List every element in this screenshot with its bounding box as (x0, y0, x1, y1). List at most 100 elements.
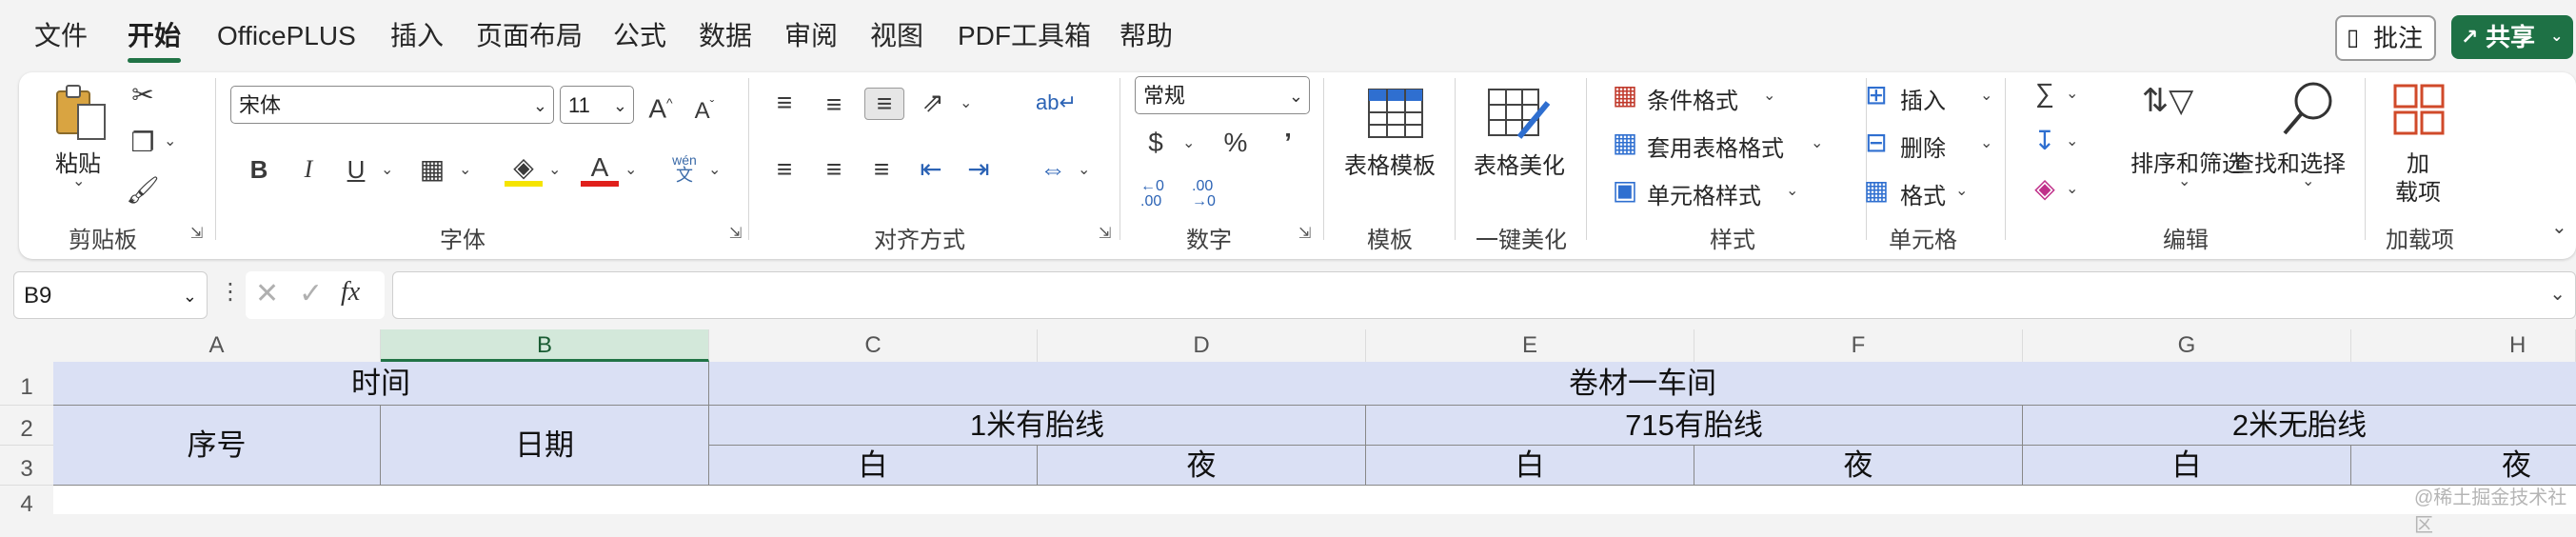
insert-cells-button[interactable]: ⊞ 插入 ⌄ (1860, 80, 2003, 114)
align-bottom-icon[interactable]: ≡ (864, 88, 904, 120)
comma-style-icon[interactable]: ’ (1274, 128, 1302, 158)
align-top-icon[interactable]: ≡ (767, 88, 802, 118)
delete-cells-button[interactable]: ⊟ 删除 ⌄ (1860, 128, 2003, 162)
tab-page-layout[interactable]: 页面布局 (476, 17, 583, 55)
chevron-down-icon[interactable]: ⌄ (72, 171, 85, 190)
insert-function-button[interactable]: fx (341, 277, 360, 308)
chevron-down-icon[interactable]: ⌄ (548, 160, 561, 179)
cell-line2-header[interactable]: 715有胎线 (1366, 406, 2023, 446)
align-left-icon[interactable]: ≡ (767, 154, 802, 185)
select-all-corner[interactable] (0, 329, 53, 362)
percent-icon[interactable]: % (1217, 128, 1255, 158)
dialog-launcher-icon[interactable]: ⇲ (1298, 227, 1314, 242)
formula-input[interactable]: ⌄ (392, 271, 2576, 319)
cell-night-shift[interactable]: 夜 (2351, 446, 2576, 486)
cell-night-shift[interactable]: 夜 (1038, 446, 1366, 486)
column-header-f[interactable]: F (1694, 329, 2023, 362)
increase-font-icon[interactable]: A^ (642, 88, 680, 124)
tab-formulas[interactable]: 公式 (613, 17, 666, 55)
format-as-table-button[interactable]: ▦ 套用表格格式 ⌄ (1609, 128, 1837, 162)
chevron-down-icon[interactable]: ⌄ (1182, 133, 1195, 152)
cell-night-shift[interactable]: 夜 (1694, 446, 2023, 486)
chevron-down-icon[interactable]: ⌄ (2066, 131, 2078, 150)
cell-line3-header[interactable]: 2米无胎线 (2023, 406, 2576, 446)
tab-data[interactable]: 数据 (699, 17, 752, 55)
table-template-button[interactable] (1357, 82, 1434, 149)
chevron-down-icon[interactable]: ⌄ (164, 131, 176, 150)
tab-review[interactable]: 审阅 (784, 17, 838, 55)
chevron-down-icon[interactable]: ⌄ (1078, 160, 1090, 179)
increase-decimal-icon[interactable]: ←0.00 (1140, 179, 1179, 209)
addins-button[interactable] (2391, 82, 2448, 143)
cell-line1-header[interactable]: 1米有胎线 (709, 406, 1366, 446)
collapse-ribbon-icon[interactable]: ⌄ (2551, 215, 2567, 239)
column-header-d[interactable]: D (1038, 329, 1366, 362)
decrease-font-icon[interactable]: Aˇ (685, 90, 723, 127)
align-center-icon[interactable]: ≡ (817, 154, 851, 185)
italic-button[interactable]: I (291, 154, 326, 185)
cell-day-shift[interactable]: 白 (1366, 446, 1694, 486)
enter-icon[interactable]: ✓ (299, 277, 323, 310)
cancel-icon[interactable]: ✕ (255, 277, 279, 310)
tab-insert[interactable]: 插入 (390, 17, 444, 55)
borders-icon[interactable]: ▦ (413, 154, 451, 185)
tab-officeplus[interactable]: OfficePLUS (217, 17, 356, 55)
cell-seq-header[interactable]: 序号 (53, 406, 381, 486)
chevron-down-icon[interactable]: ⌄ (381, 160, 393, 179)
fill-icon[interactable]: ↧ (2028, 126, 2062, 156)
increase-indent-icon[interactable]: ⇥ (961, 154, 996, 185)
align-middle-icon[interactable]: ≡ (817, 90, 851, 120)
cell-time-header[interactable]: 时间 (53, 362, 709, 406)
row-header-4[interactable]: 4 (0, 486, 53, 517)
tab-home[interactable]: 开始 (128, 17, 182, 63)
column-header-h[interactable]: H (2351, 329, 2576, 362)
tab-help[interactable]: 帮助 (1120, 17, 1173, 55)
dialog-launcher-icon[interactable]: ⇲ (1099, 227, 1114, 242)
chevron-down-icon[interactable]: ⌄ (2302, 171, 2314, 190)
chevron-down-icon[interactable]: ⌄ (708, 160, 721, 179)
row-header-1[interactable]: 1 (0, 362, 53, 406)
chevron-down-icon[interactable]: ⌄ (2066, 179, 2078, 198)
empty-row[interactable] (53, 486, 2576, 514)
font-size-select[interactable]: 11 ⌄ (560, 86, 634, 124)
font-family-select[interactable]: 宋体 ⌄ (230, 86, 554, 124)
more-options-icon[interactable]: ⋮ (219, 278, 242, 306)
column-header-g[interactable]: G (2023, 329, 2351, 362)
currency-icon[interactable]: $ (1139, 128, 1173, 158)
autosum-icon[interactable]: ∑ (2028, 78, 2062, 109)
chevron-down-icon[interactable]: ⌄ (2066, 84, 2078, 103)
row-header-3[interactable]: 3 (0, 446, 53, 486)
phonetic-guide-icon[interactable]: wén 文 (664, 152, 704, 184)
paste-button[interactable] (53, 82, 110, 143)
number-format-select[interactable]: 常规 ⌄ (1135, 76, 1310, 114)
font-color-icon[interactable]: A (581, 152, 619, 187)
chevron-down-icon[interactable]: ⌄ (459, 160, 471, 179)
tab-view[interactable]: 视图 (870, 17, 923, 55)
cell-day-shift[interactable]: 白 (709, 446, 1038, 486)
wrap-text-icon[interactable]: ab↵ (1036, 88, 1077, 118)
decrease-decimal-icon[interactable]: .00 →0 (1192, 179, 1230, 209)
name-box[interactable]: B9 ⌄ (13, 271, 208, 319)
conditional-format-button[interactable]: ▦ 条件格式 ⌄ (1609, 80, 1790, 114)
find-select-button[interactable] (2269, 78, 2346, 145)
cell-styles-button[interactable]: ▣ 单元格样式 ⌄ (1609, 175, 1799, 209)
align-right-icon[interactable]: ≡ (864, 154, 899, 185)
decrease-indent-icon[interactable]: ⇤ (914, 154, 948, 185)
merge-center-icon[interactable]: ⇔ (1034, 154, 1072, 185)
tab-pdf-tools[interactable]: PDF工具箱 (958, 17, 1091, 55)
share-button[interactable]: ↗ 共享 ⌄ (2451, 15, 2573, 59)
row-header-2[interactable]: 2 (0, 406, 53, 446)
cut-icon[interactable]: ✂ (126, 80, 160, 110)
comments-button[interactable]: ▯ 批注 (2335, 15, 2436, 61)
cell-day-shift[interactable]: 白 (2023, 446, 2351, 486)
fill-color-icon[interactable]: ◈ (505, 152, 543, 187)
format-painter-icon[interactable]: 🖌 (126, 175, 160, 206)
chevron-down-icon[interactable]: ⌄ (624, 160, 637, 179)
clear-icon[interactable]: ◈ (2028, 173, 2062, 204)
chevron-down-icon[interactable]: ⌄ (960, 93, 972, 112)
dialog-launcher-icon[interactable]: ⇲ (190, 227, 206, 242)
column-header-e[interactable]: E (1366, 329, 1694, 362)
format-cells-button[interactable]: ▦ 格式 ⌄ (1860, 175, 2003, 209)
underline-button[interactable]: U (339, 154, 373, 185)
column-header-c[interactable]: C (709, 329, 1038, 362)
